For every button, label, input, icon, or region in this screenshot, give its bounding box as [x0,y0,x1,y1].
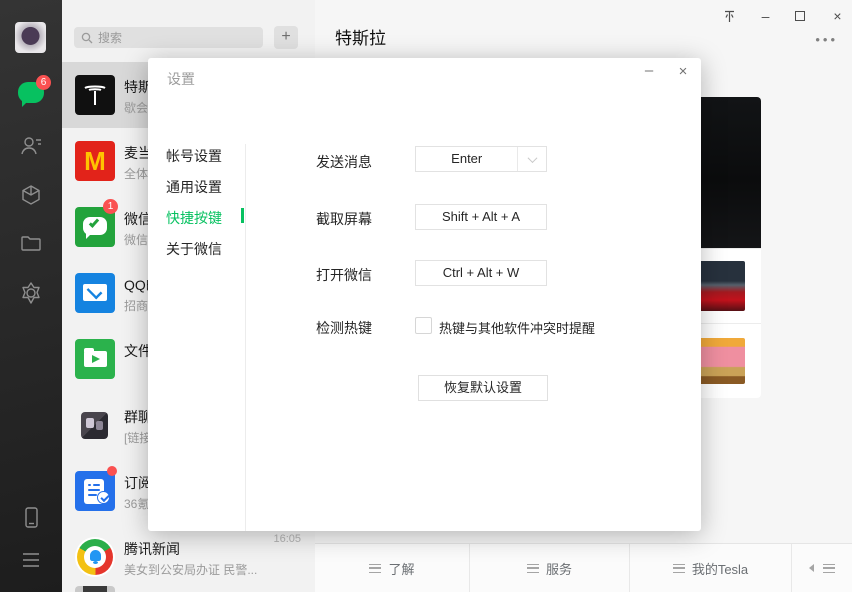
keyboard-toggle-icon [823,564,835,573]
user-avatar[interactable] [15,22,46,53]
send-key-dropdown[interactable]: Enter [415,146,547,172]
qq-mail-avatar [75,273,115,313]
settings-menu-shortcuts[interactable]: 快捷按键 [166,208,236,228]
unread-badge: 1 [103,199,118,214]
menu-tab-1[interactable]: 了解 [315,544,470,592]
hotkey-conflict-checkbox[interactable] [415,317,432,334]
hamburger-icon [19,550,43,570]
chat-row-title: 腾讯新闻 [124,539,180,559]
menu-icon [527,564,539,573]
sidebar-item-chats[interactable]: 6 [0,82,62,103]
chat-row-tencent-news[interactable]: 16:05 腾讯新闻 美女到公安局办证 民警... [62,524,315,590]
sidebar-item-contacts[interactable] [0,134,62,158]
open-wechat-label: 打开微信 [316,265,372,285]
window-controls: – × [723,9,844,23]
subscriptions-avatar [75,471,115,511]
pin-icon[interactable] [723,9,736,23]
cube-icon [19,183,43,207]
official-account-menubar: 了解 服务 我的Tesla [315,543,852,592]
menu-tab-3[interactable]: 我的Tesla [630,544,792,592]
dialog-title: 设置 [167,69,195,89]
sidebar-item-collections[interactable] [0,183,62,207]
app-sidebar: 6 [0,0,62,592]
hotkey-conflict-hint: 热键与其他软件冲突时提醒 [439,318,595,337]
reset-defaults-button[interactable]: 恢复默认设置 [418,375,548,401]
chat-row-time: 16:05 [273,533,301,545]
unread-dot [107,466,117,476]
settings-menu-about[interactable]: 关于微信 [166,239,236,259]
keyboard-toggle-arrow-icon [809,564,814,572]
send-key-value: Enter [416,147,517,171]
partial-next-row [75,586,115,592]
maximize-button[interactable] [795,9,808,23]
chat-row-preview: 36氪 [124,495,149,512]
menu-tab-2[interactable]: 服务 [470,544,630,592]
menu-tab-label: 服务 [546,559,572,578]
screenshot-label: 截取屏幕 [316,209,372,229]
phone-icon [19,505,43,531]
chat-more-menu[interactable]: ••• [815,32,838,47]
contacts-icon [19,134,43,158]
tencent-news-avatar [75,537,115,577]
folder-icon [19,231,43,255]
menu-tab-label: 我的Tesla [692,559,748,578]
send-message-label: 发送消息 [316,152,372,172]
settings-dialog: 设置 – × 帐号设置 通用设置 快捷按键 关于微信 发送消息 Enter 截取… [148,58,701,531]
add-chat-button[interactable]: + [274,26,298,49]
mcdonalds-avatar: M [75,141,115,181]
dialog-minimize-button[interactable]: – [640,63,658,81]
active-menu-indicator [241,208,244,223]
search-placeholder: 搜索 [98,29,122,46]
menu-tab-label: 了解 [388,559,414,578]
menu-icon [369,564,381,573]
detect-hotkey-label: 检测热键 [316,318,372,338]
search-icon [81,32,93,44]
chat-title: 特斯拉 [335,24,386,49]
group-avatar [81,412,108,439]
open-wechat-hotkey-field[interactable]: Ctrl + Alt + W [415,260,547,286]
flower-icon [18,280,44,306]
chat-row-preview: 招商 [124,297,148,314]
article-thumbnail-cartoon [699,338,745,384]
chat-row-preview: 全体 [124,165,148,182]
article-thumbnail-car [695,261,745,311]
sidebar-item-files[interactable] [0,231,62,255]
dialog-menu-divider [245,144,246,531]
settings-menu-general[interactable]: 通用设置 [166,177,236,197]
minimize-button[interactable]: – [759,9,772,23]
chevron-down-icon [527,153,537,163]
unread-badge: 6 [36,75,51,90]
search-input[interactable]: 搜索 [74,27,263,48]
file-transfer-avatar [75,339,115,379]
chat-row-preview: 歇会 [124,99,148,116]
chat-row-preview: 美女到公安局办证 民警... [124,561,257,578]
keyboard-toggle-button[interactable] [792,544,852,592]
dialog-close-button[interactable]: × [674,63,692,81]
menu-icon [673,564,685,573]
screenshot-hotkey-field[interactable]: Shift + Alt + A [415,204,547,230]
close-button[interactable]: × [831,9,844,23]
settings-menu-account[interactable]: 帐号设置 [166,146,236,166]
sidebar-item-moments[interactable] [0,280,62,306]
sidebar-item-phone[interactable] [0,505,62,531]
sidebar-item-menu[interactable] [0,550,62,570]
tesla-avatar [75,75,115,115]
dropdown-caret[interactable] [517,147,546,171]
